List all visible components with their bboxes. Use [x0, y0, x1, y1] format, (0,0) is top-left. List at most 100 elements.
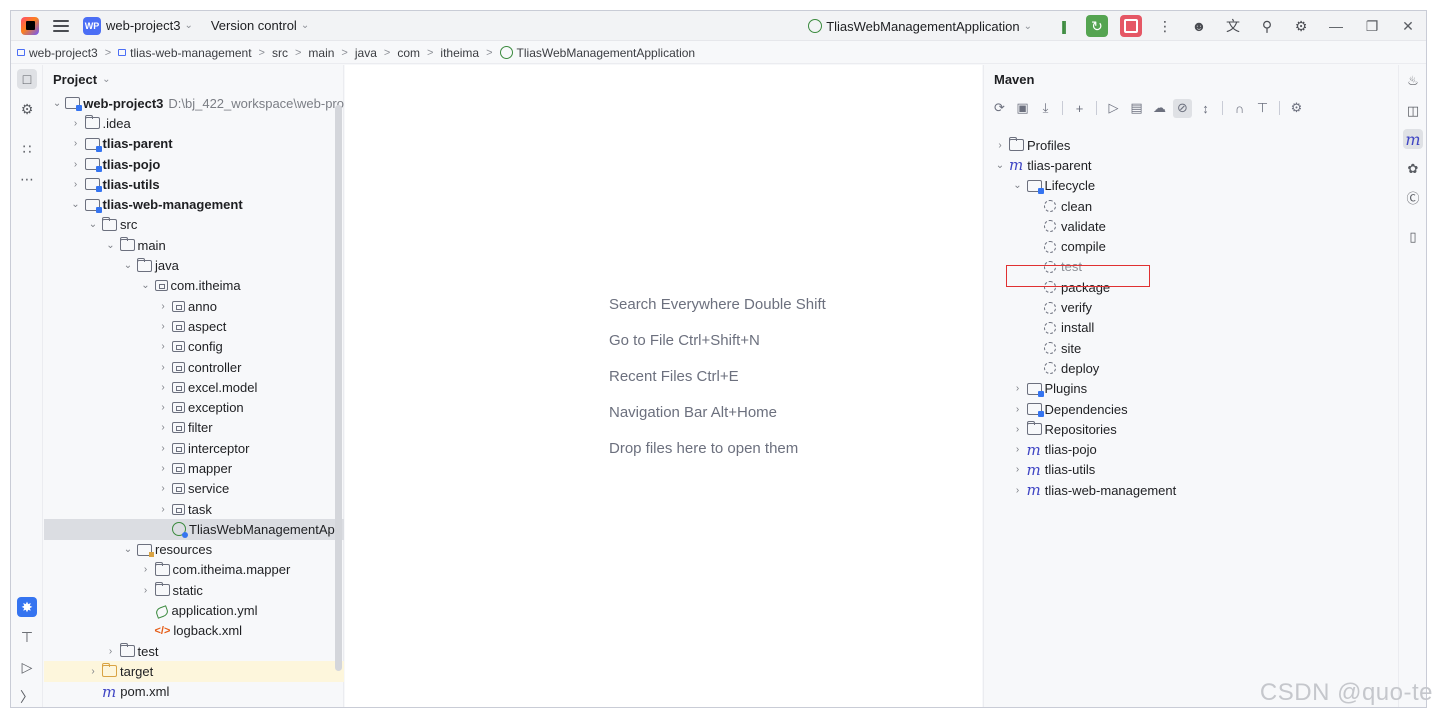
tree-item[interactable]: › Plugins — [984, 379, 1400, 399]
run-configuration-dropdown[interactable]: TliasWebManagementApplication ⌄ — [808, 19, 1032, 34]
chevron-right-icon[interactable]: › — [1012, 464, 1024, 475]
tree-item[interactable]: site — [984, 338, 1400, 358]
tree-item[interactable]: › mapper — [44, 458, 344, 478]
add-icon[interactable]: + — [1070, 99, 1089, 118]
debug-bug-icon[interactable]: ✸ — [17, 597, 37, 617]
tree-item[interactable]: ⌄ main — [44, 235, 344, 255]
chevron-right-icon[interactable]: › — [157, 422, 169, 433]
close-button[interactable]: ✕ — [1390, 11, 1426, 41]
tree-item[interactable]: TliasWebManagementApp — [44, 519, 344, 540]
ide-logo-icon[interactable] — [21, 16, 39, 35]
more-tools-icon[interactable]: ⋯ — [17, 169, 37, 189]
download-icon[interactable]: ⤓ — [1036, 99, 1055, 118]
minimize-button[interactable]: — — [1318, 11, 1354, 41]
project-name-dropdown[interactable]: web-project3 — [106, 18, 180, 33]
tree-item[interactable]: clean — [984, 196, 1400, 216]
structure-icon[interactable]: ∷ — [17, 139, 37, 159]
search-icon[interactable]: ⚲ — [1256, 15, 1278, 37]
tree-item[interactable]: </> logback.xml — [44, 621, 344, 641]
tree-item[interactable]: › Profiles — [984, 135, 1400, 155]
tree-item[interactable]: verify — [984, 297, 1400, 317]
chevron-down-icon[interactable]: ⌄ — [87, 219, 99, 230]
tree-item[interactable]: › anno — [44, 296, 344, 316]
breadcrumb-item[interactable]: com — [397, 46, 420, 60]
tree-item[interactable]: › target — [44, 661, 344, 682]
offline-mode-icon[interactable]: ☁ — [1150, 99, 1169, 118]
more-actions-icon[interactable]: ⋮ — [1154, 15, 1176, 37]
tree-item[interactable]: › tlias-pojo — [44, 154, 344, 174]
tree-item[interactable]: › test — [44, 641, 344, 661]
tree-item[interactable]: › interceptor — [44, 438, 344, 458]
settings-gear-icon[interactable]: ⚙ — [1290, 15, 1312, 37]
restore-button[interactable]: ❐ — [1354, 11, 1390, 41]
chevron-right-icon[interactable]: › — [157, 301, 169, 312]
skip-tests-icon[interactable]: ⊘ — [1173, 98, 1192, 118]
chevron-right-icon[interactable]: › — [1012, 485, 1024, 496]
tree-item[interactable]: deploy — [984, 358, 1400, 378]
chevron-down-icon[interactable]: ⌄ — [122, 544, 134, 555]
maven-settings-icon[interactable]: ⚙ — [1287, 99, 1306, 118]
tree-item[interactable]: › tlias-parent — [44, 134, 344, 154]
project-badge[interactable]: WP — [83, 16, 101, 35]
project-panel-header[interactable]: Project ⌄ — [44, 65, 343, 93]
bookmark-icon[interactable]: ▯ — [1403, 227, 1423, 247]
debug-pause-icon[interactable]: || — [1052, 15, 1074, 37]
tree-item[interactable]: › m tlias-pojo — [984, 439, 1400, 459]
project-folder-icon[interactable]: □ — [17, 69, 37, 89]
plugin-butterfly-icon[interactable]: ✿ — [1403, 159, 1423, 179]
chevron-right-icon[interactable]: › — [1012, 444, 1024, 455]
plugins-gear-icon[interactable]: ⚙ — [17, 99, 37, 119]
chevron-down-icon[interactable]: ⌄ — [122, 260, 134, 271]
add-user-icon[interactable]: ☻ — [1188, 15, 1210, 37]
tree-item[interactable]: ⌄ java — [44, 255, 344, 275]
tree-item[interactable]: › controller — [44, 357, 344, 377]
tree-item[interactable]: compile — [984, 236, 1400, 256]
tree-item[interactable]: › service — [44, 479, 344, 499]
collapse-all-icon[interactable]: ↕ — [1196, 99, 1215, 118]
tree-item[interactable]: › m tlias-web-management — [984, 480, 1400, 500]
version-control-dropdown[interactable]: Version control — [211, 18, 297, 33]
chevron-right-icon[interactable]: › — [157, 341, 169, 352]
tree-item[interactable]: › com.itheima.mapper — [44, 560, 344, 580]
tree-item[interactable]: › .idea — [44, 113, 344, 133]
terminal-icon[interactable]: 〉 — [17, 687, 37, 707]
chevron-down-icon[interactable]: ⌄ — [52, 98, 62, 109]
chevron-right-icon[interactable]: › — [994, 140, 1006, 151]
tree-item[interactable]: › task — [44, 499, 344, 519]
chevron-right-icon[interactable]: › — [70, 118, 82, 129]
tree-item[interactable]: › excel.model — [44, 377, 344, 397]
execute-goal-icon[interactable]: ▤ — [1127, 99, 1146, 118]
tree-item[interactable]: ⌄ tlias-web-management — [44, 194, 344, 214]
breadcrumb-item[interactable]: itheima — [440, 46, 479, 60]
chevron-right-icon[interactable]: › — [157, 443, 169, 454]
tree-item[interactable]: ⌄ web-project3 D:\bj_422_workspace\web-pro — [44, 93, 344, 113]
chevron-right-icon[interactable]: › — [157, 463, 169, 474]
breadcrumb-item[interactable]: src — [272, 46, 288, 60]
chevron-right-icon[interactable]: › — [70, 179, 82, 190]
tree-item[interactable]: ⌄ Lifecycle — [984, 176, 1400, 196]
chevron-right-icon[interactable]: › — [1012, 383, 1024, 394]
generate-sources-icon[interactable]: ▣ — [1013, 99, 1032, 118]
tree-item[interactable]: › m tlias-utils — [984, 460, 1400, 480]
main-menu-icon[interactable] — [53, 19, 69, 32]
chevron-right-icon[interactable]: › — [140, 564, 152, 575]
chevron-right-icon[interactable]: › — [157, 321, 169, 332]
chevron-right-icon[interactable]: › — [1012, 404, 1024, 415]
chevron-right-icon[interactable]: › — [157, 504, 169, 515]
chevron-right-icon[interactable]: › — [105, 646, 117, 657]
chevron-right-icon[interactable]: › — [157, 362, 169, 373]
chevron-right-icon[interactable]: › — [70, 138, 82, 149]
tree-item[interactable]: › exception — [44, 397, 344, 417]
run-icon[interactable]: ▷ — [1104, 99, 1123, 118]
maven-m-icon[interactable]: m — [1403, 129, 1423, 149]
run-services-icon[interactable]: ▷ — [17, 657, 37, 677]
tree-item[interactable]: m pom.xml — [44, 682, 344, 702]
rerun-button[interactable]: ↻ — [1086, 15, 1108, 37]
chevron-down-icon[interactable]: ⌄ — [140, 280, 152, 291]
tree-item[interactable]: ⌄ com.itheima — [44, 276, 344, 296]
breadcrumb-item[interactable]: main — [308, 46, 334, 60]
breadcrumb-item[interactable]: tlias-web-management — [118, 46, 252, 60]
chevron-right-icon[interactable]: › — [70, 159, 82, 170]
chevron-right-icon[interactable]: › — [157, 402, 169, 413]
tree-item[interactable]: › filter — [44, 418, 344, 438]
